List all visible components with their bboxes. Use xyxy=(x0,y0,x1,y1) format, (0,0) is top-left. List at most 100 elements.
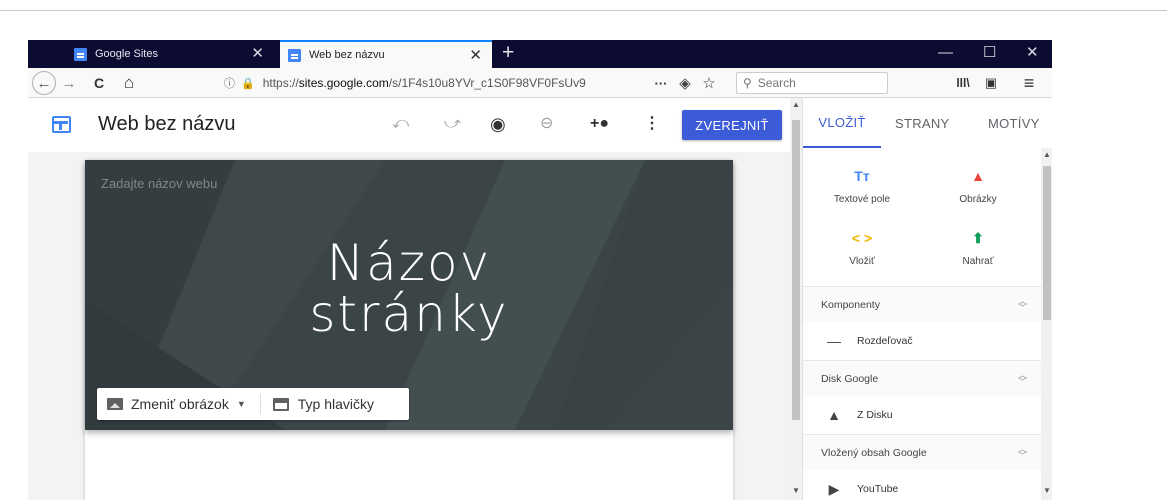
insert-from-drive[interactable]: ▲ Z Disku xyxy=(803,396,1041,434)
insert-youtube[interactable]: ▶ YouTube xyxy=(803,470,1041,500)
more-vert-icon[interactable]: ⋮ xyxy=(644,114,660,134)
section-google-embeds: Vložený obsah Google ︿ ﹀ ▶ YouTube xyxy=(803,434,1041,500)
side-panel: VLOŽIŤ STRANY MOTÍVY Tт Textové pole ▲ O… xyxy=(802,98,1052,500)
scrollbar-thumb[interactable] xyxy=(1043,166,1051,320)
dropdown-caret-icon[interactable]: ▼ xyxy=(237,399,246,409)
close-window-button[interactable]: ✕ xyxy=(1026,44,1039,62)
page-header-banner[interactable]: Zadajte názov webu Názov stránky Zmeniť … xyxy=(85,160,733,430)
insert-item-label: Nahrať xyxy=(962,256,994,267)
pocket-icon[interactable]: ◈ xyxy=(674,68,696,98)
insert-upload[interactable]: ⬆ Nahrať xyxy=(923,230,1033,267)
minimize-button[interactable]: — xyxy=(938,44,953,62)
tab-pages[interactable]: STRANY xyxy=(895,98,950,148)
insert-item-label: Vložiť xyxy=(849,256,875,267)
section-components: Komponenty ︿ ﹀ — Rozdeľovač xyxy=(803,286,1041,360)
search-placeholder: Search xyxy=(757,76,796,90)
section-title: Komponenty xyxy=(821,298,880,311)
images-icon: ▲ xyxy=(971,168,985,184)
item-label: Rozdeľovač xyxy=(857,335,913,347)
page-actions-button[interactable]: ··· xyxy=(650,68,672,98)
back-button[interactable]: ← xyxy=(32,71,56,95)
side-panel-tabs: VLOŽIŤ STRANY MOTÍVY xyxy=(803,98,1052,148)
navigation-bar: ← → C ⌂ ⓘ 🔒 https:// sites.google.com /s… xyxy=(28,68,1052,98)
image-icon xyxy=(107,398,123,410)
preview-icon[interactable]: ◉ xyxy=(490,114,506,134)
google-sites-favicon-icon xyxy=(288,48,301,62)
section-title: Vložený obsah Google xyxy=(821,446,927,459)
bookmark-star-icon[interactable]: ☆ xyxy=(698,68,720,98)
site-info-icon[interactable]: ⓘ xyxy=(224,75,235,91)
collapse-chevron-icon[interactable]: ︿ ﹀ xyxy=(1018,297,1027,313)
add-editors-icon[interactable]: +● xyxy=(590,114,609,134)
scrollbar-thumb[interactable] xyxy=(792,120,800,420)
google-sites-logo-icon[interactable] xyxy=(52,116,71,133)
header-type-icon xyxy=(272,397,289,411)
upload-cloud-icon: ⬆ xyxy=(972,230,984,246)
forward-button[interactable]: → xyxy=(60,68,78,98)
section-header[interactable]: Komponenty ︿ ﹀ xyxy=(803,286,1041,322)
collapse-chevron-icon[interactable]: ︿ ﹀ xyxy=(1018,371,1027,387)
site-name-placeholder[interactable]: Zadajte názov webu xyxy=(101,176,217,191)
redo-icon[interactable]: ⤻ xyxy=(444,114,461,134)
section-header[interactable]: Disk Google ︿ ﹀ xyxy=(803,360,1041,396)
site-editor: Web bez názvu ⤺ ⤻ ◉ ⊖ +● ⋮ ZVEREJNIŤ Zad… xyxy=(28,98,802,500)
close-tab-icon[interactable]: ✕ xyxy=(251,46,264,61)
page-title-line-2: stránky xyxy=(309,285,509,343)
tab-title: Web bez názvu xyxy=(309,49,385,61)
browser-window: Google Sites ✕ Web bez názvu ✕ + — ☐ ✕ ←… xyxy=(28,40,1052,500)
youtube-icon: ▶ xyxy=(828,480,840,497)
url-host: sites.google.com xyxy=(298,76,389,90)
publish-button[interactable]: ZVEREJNIŤ xyxy=(682,110,782,140)
divider xyxy=(259,394,261,414)
undo-icon[interactable]: ⤺ xyxy=(392,114,409,134)
insert-item-label: Textové pole xyxy=(833,194,891,205)
link-icon[interactable]: ⊖ xyxy=(540,114,553,134)
url-scheme: https:// xyxy=(262,76,299,90)
library-icon[interactable]: lll\ xyxy=(952,68,974,98)
section-title: Disk Google xyxy=(821,372,879,385)
tab-google-sites[interactable]: Google Sites ✕ xyxy=(66,40,274,68)
site-title[interactable]: Web bez názvu xyxy=(98,113,236,136)
url-path: /s/1F4s10u8YVr_c1S0F98VF0FsUv9 xyxy=(388,76,586,90)
new-tab-button[interactable]: + xyxy=(502,42,514,64)
insert-embed[interactable]: < > Vložiť xyxy=(807,230,917,267)
insert-text-box[interactable]: Tт Textové pole xyxy=(807,168,917,205)
search-icon: ⚲ xyxy=(743,76,752,90)
scroll-down-arrow-icon[interactable]: ▼ xyxy=(1043,486,1051,495)
tab-web-bez-nazvu[interactable]: Web bez názvu ✕ xyxy=(280,40,492,68)
scroll-up-arrow-icon[interactable]: ▲ xyxy=(1043,150,1051,159)
close-tab-icon[interactable]: ✕ xyxy=(469,48,482,63)
scroll-up-arrow-icon[interactable]: ▲ xyxy=(792,100,800,109)
maximize-button[interactable]: ☐ xyxy=(983,44,996,62)
header-type-button[interactable]: Typ hlavičky xyxy=(298,396,374,412)
page-title-heading[interactable]: Názov stránky xyxy=(85,238,733,340)
tab-themes[interactable]: MOTÍVY xyxy=(988,98,1040,148)
change-image-button[interactable]: Zmeniť obrázok xyxy=(131,396,229,412)
insert-panel: Tт Textové pole ▲ Obrázky < > Vložiť ⬆ N… xyxy=(803,148,1041,500)
home-button[interactable]: ⌂ xyxy=(118,68,140,98)
page-title-line-1: Názov xyxy=(326,234,492,292)
embed-code-icon: < > xyxy=(851,230,873,246)
item-label: YouTube xyxy=(857,483,899,495)
insert-images[interactable]: ▲ Obrázky xyxy=(923,168,1033,205)
search-input[interactable]: ⚲ Search xyxy=(736,72,888,94)
menu-icon[interactable]: ≡ xyxy=(1018,68,1040,98)
page-canvas: Zadajte názov webu Názov stránky Zmeniť … xyxy=(28,152,802,500)
tab-title: Google Sites xyxy=(95,48,158,60)
insert-divider[interactable]: — Rozdeľovač xyxy=(803,322,1041,360)
tab-strip: Google Sites ✕ Web bez názvu ✕ + — ☐ ✕ xyxy=(28,40,1052,68)
panel-scrollbar[interactable]: ▲ ▼ xyxy=(1041,148,1052,500)
address-bar[interactable]: ⓘ 🔒 https:// sites.google.com /s/1F4s10u… xyxy=(224,72,709,94)
text-box-icon: Tт xyxy=(854,168,870,184)
screenshot-frame: Google Sites ✕ Web bez názvu ✕ + — ☐ ✕ ←… xyxy=(0,10,1167,500)
tab-insert[interactable]: VLOŽIŤ xyxy=(803,98,881,148)
scroll-down-arrow-icon[interactable]: ▼ xyxy=(792,486,800,495)
sidebar-toggle-icon[interactable]: ▣ xyxy=(980,68,1002,98)
divider-icon: — xyxy=(827,333,841,349)
reload-button[interactable]: C xyxy=(88,68,110,98)
collapse-chevron-icon[interactable]: ︿ ﹀ xyxy=(1018,445,1027,461)
google-sites-favicon-icon xyxy=(74,47,87,61)
section-header[interactable]: Vložený obsah Google ︿ ﹀ xyxy=(803,434,1041,470)
editor-scrollbar[interactable]: ▲ ▼ xyxy=(790,98,802,500)
editor-toolbar: Web bez názvu ⤺ ⤻ ◉ ⊖ +● ⋮ ZVEREJNIŤ xyxy=(28,98,802,152)
